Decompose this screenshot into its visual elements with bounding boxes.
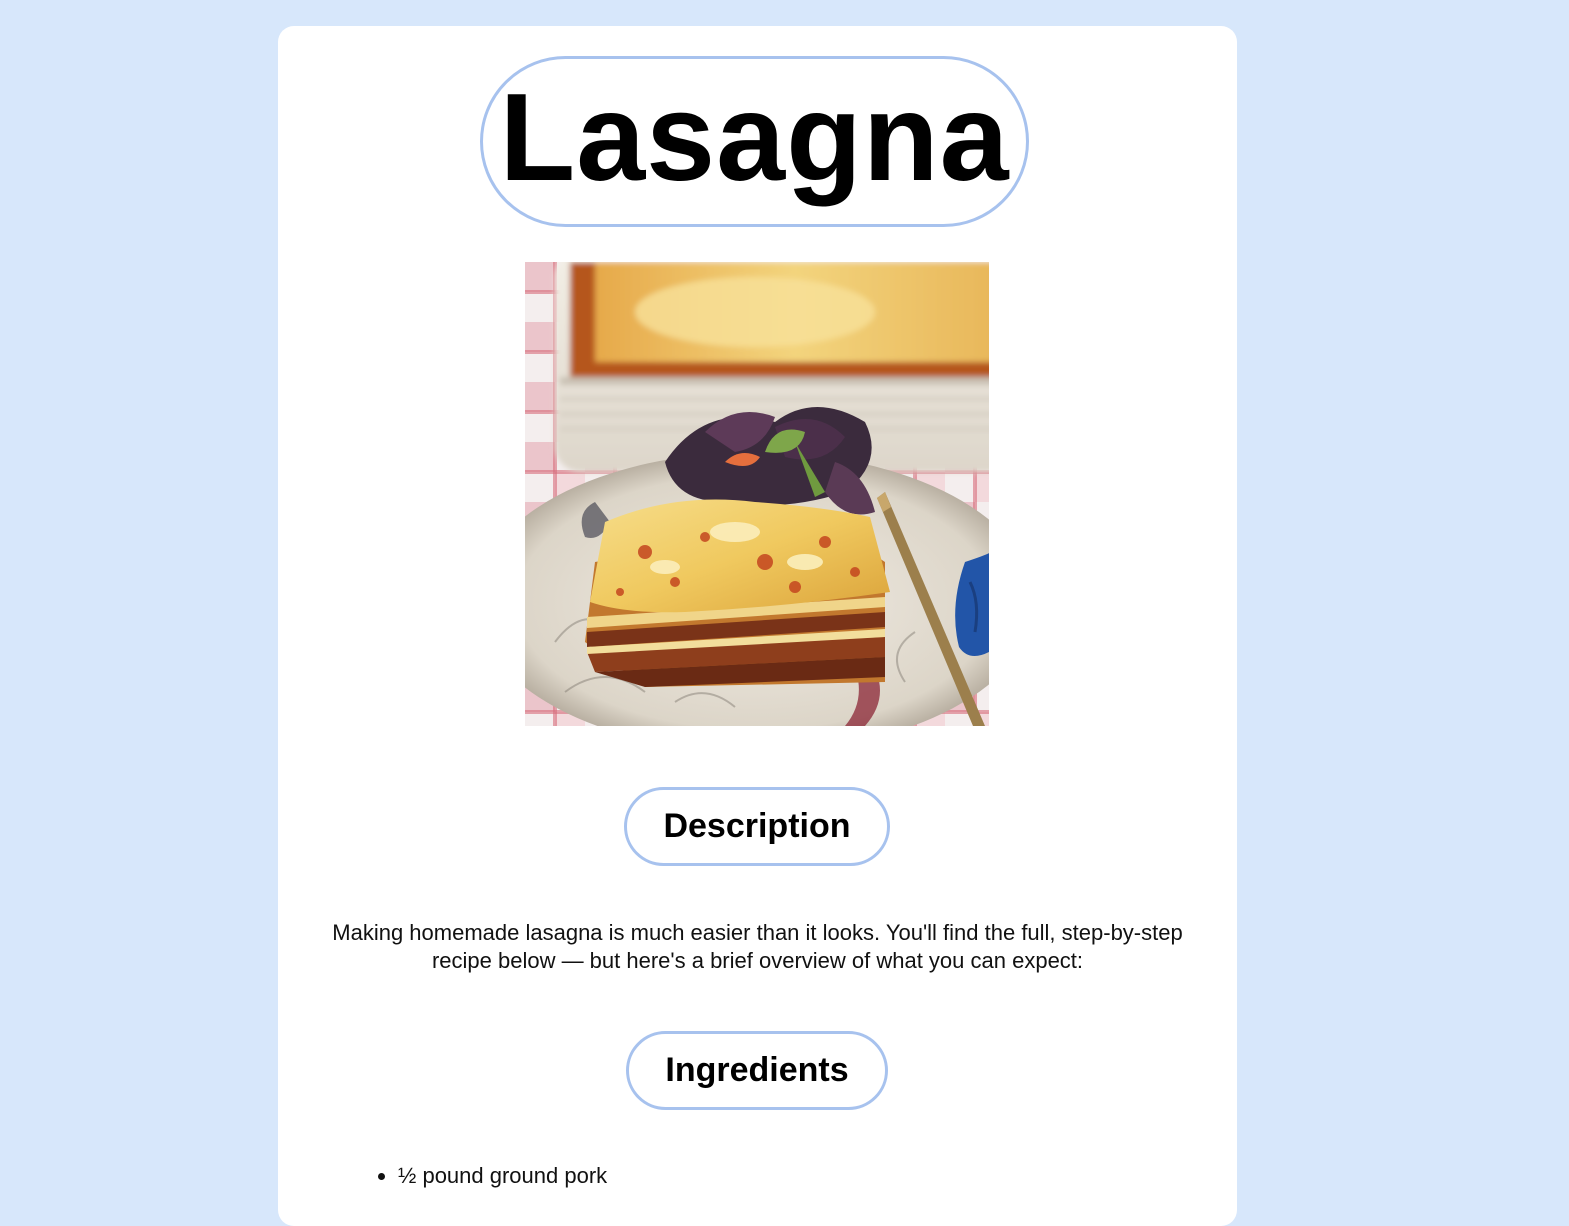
list-item: ½ pound ground pork bbox=[398, 1162, 607, 1190]
description-heading-pill: Description bbox=[624, 787, 890, 866]
ingredients-list: ½ pound ground pork bbox=[376, 1162, 607, 1190]
lasagna-image bbox=[525, 262, 989, 726]
recipe-photo bbox=[525, 262, 989, 726]
ingredients-heading: Ingredients bbox=[665, 1051, 849, 1089]
description-heading: Description bbox=[663, 807, 851, 845]
ingredients-heading-pill: Ingredients bbox=[626, 1031, 888, 1110]
recipe-title: Lasagna bbox=[499, 68, 1010, 207]
title-pill: Lasagna bbox=[480, 56, 1029, 227]
description-text: Making homemade lasagna is much easier t… bbox=[332, 920, 1183, 973]
recipe-card: Lasagna Description Making homemade lasa… bbox=[278, 26, 1237, 1226]
